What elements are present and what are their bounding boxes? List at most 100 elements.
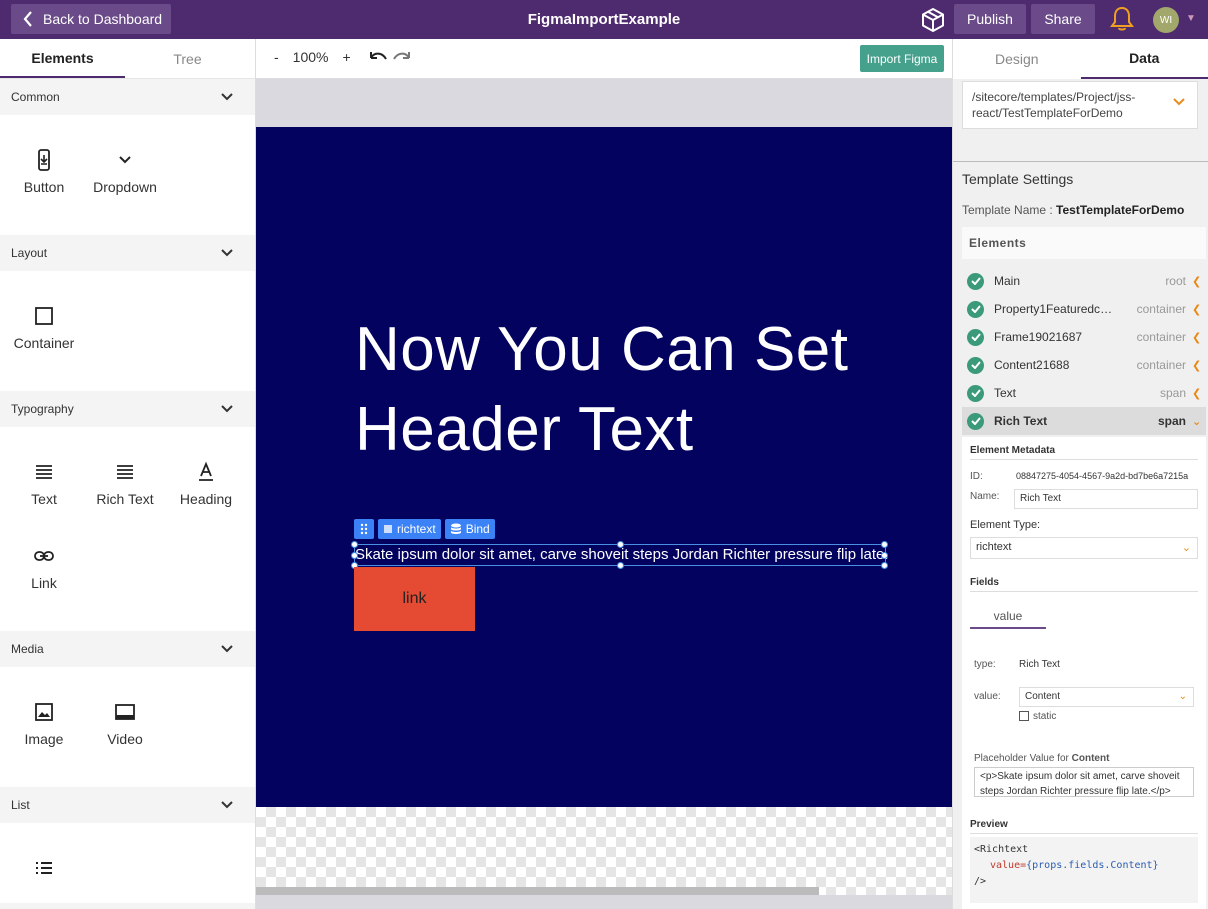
section-layout[interactable]: Layout bbox=[0, 235, 255, 271]
section-common-body: Button Dropdown bbox=[0, 115, 255, 235]
zoom-in-button[interactable]: + bbox=[342, 49, 350, 65]
redo-icon[interactable] bbox=[392, 49, 412, 65]
chevron-left-icon[interactable]: ❮ bbox=[1192, 303, 1206, 316]
resize-handle[interactable] bbox=[881, 541, 888, 548]
element-row-rich-text[interactable]: Rich Text span ⌄ bbox=[962, 407, 1206, 435]
cube-icon[interactable] bbox=[920, 7, 946, 33]
link-element[interactable]: link bbox=[354, 567, 475, 631]
undo-redo bbox=[368, 49, 412, 65]
value-select-value: Content bbox=[1025, 691, 1061, 702]
type-label: type: bbox=[974, 659, 996, 670]
palette-container[interactable]: Container bbox=[4, 305, 84, 351]
name-label: Name: bbox=[970, 491, 1000, 502]
section-title: List bbox=[11, 798, 30, 812]
palette-heading[interactable]: Heading bbox=[166, 461, 246, 507]
value-label: value: bbox=[974, 691, 1001, 702]
placeholder-textarea[interactable]: <p>Skate ipsum dolor sit amet, carve sho… bbox=[974, 767, 1194, 797]
element-name: Property1Featuredco... bbox=[994, 302, 1114, 316]
back-to-dashboard-button[interactable]: Back to Dashboard bbox=[11, 4, 171, 34]
section-typography[interactable]: Typography bbox=[0, 391, 255, 427]
section-title: Common bbox=[11, 90, 60, 104]
placeholder-label-text: Placeholder Value for bbox=[974, 753, 1069, 764]
section-common[interactable]: Common bbox=[0, 79, 255, 115]
element-type: root bbox=[1165, 274, 1186, 288]
zoom-level: 100% bbox=[292, 49, 329, 65]
undo-icon[interactable] bbox=[368, 49, 388, 65]
chevron-left-icon[interactable]: ❮ bbox=[1192, 331, 1206, 344]
resize-handle[interactable] bbox=[617, 562, 624, 569]
import-figma-button[interactable]: Import Figma bbox=[860, 45, 944, 72]
element-row-property1[interactable]: Property1Featuredco... container ❮ bbox=[962, 295, 1206, 323]
value-select[interactable]: Content ⌄ bbox=[1019, 687, 1194, 707]
palette-button[interactable]: Button bbox=[4, 149, 84, 195]
element-type-label: Element Type: bbox=[970, 519, 1041, 531]
resize-handle[interactable] bbox=[881, 562, 888, 569]
resize-handle[interactable] bbox=[881, 552, 888, 559]
element-row-frame[interactable]: Frame19021687 container ❮ bbox=[962, 323, 1206, 351]
check-circle-icon bbox=[967, 356, 984, 374]
palette-dropdown[interactable]: Dropdown bbox=[85, 149, 165, 195]
palette-list[interactable] bbox=[4, 857, 84, 879]
right-tabs: Design Data bbox=[953, 39, 1208, 79]
tab-design[interactable]: Design bbox=[953, 39, 1081, 79]
code-val: {props.fields.Content} bbox=[1026, 860, 1159, 871]
main-frame[interactable]: Now You Can Set Header Text richtext Bin… bbox=[256, 127, 952, 807]
hero-heading[interactable]: Now You Can Set Header Text bbox=[355, 310, 935, 470]
text-lines-icon bbox=[36, 465, 52, 479]
palette-rich-text[interactable]: Rich Text bbox=[85, 461, 165, 507]
resize-handle[interactable] bbox=[351, 552, 358, 559]
field-tab-value[interactable]: value bbox=[970, 605, 1046, 629]
properties-panel: Design Data /sitecore/templates/Project/… bbox=[952, 39, 1208, 909]
avatar-chevron-icon[interactable]: ▼ bbox=[1186, 13, 1196, 24]
section-list[interactable]: List bbox=[0, 787, 255, 823]
section-media[interactable]: Media bbox=[0, 631, 255, 667]
selection-toolbar: richtext Bind bbox=[354, 519, 495, 539]
template-path-select[interactable]: /sitecore/templates/Project/jss-react/Te… bbox=[962, 81, 1198, 129]
element-tag-button[interactable]: richtext bbox=[378, 519, 441, 539]
element-row-main[interactable]: Main root ❮ bbox=[962, 267, 1206, 295]
database-icon bbox=[450, 523, 461, 534]
element-row-text[interactable]: Text span ❮ bbox=[962, 379, 1206, 407]
code-line: /> bbox=[974, 876, 987, 887]
zoom-out-button[interactable]: - bbox=[274, 49, 279, 65]
tab-data[interactable]: Data bbox=[1080, 39, 1208, 79]
resize-handle[interactable] bbox=[351, 541, 358, 548]
chevron-left-icon[interactable]: ❮ bbox=[1192, 387, 1206, 400]
section-layout-body: Container bbox=[0, 271, 255, 391]
avatar[interactable]: WI bbox=[1153, 7, 1179, 33]
check-circle-icon bbox=[967, 300, 984, 318]
preview-title: Preview bbox=[970, 819, 1008, 830]
tab-elements[interactable]: Elements bbox=[0, 39, 125, 78]
palette-label: Image bbox=[24, 731, 64, 747]
list-icon bbox=[36, 862, 52, 874]
share-button[interactable]: Share bbox=[1031, 4, 1095, 34]
palette-link[interactable]: Link bbox=[4, 545, 84, 591]
publish-button[interactable]: Publish bbox=[954, 4, 1026, 34]
chevron-left-icon[interactable]: ❮ bbox=[1192, 275, 1206, 288]
static-checkbox[interactable] bbox=[1019, 711, 1029, 721]
chevron-down-icon[interactable]: ⌄ bbox=[1192, 415, 1206, 428]
section-title: Typography bbox=[11, 402, 74, 416]
bind-button[interactable]: Bind bbox=[444, 519, 495, 539]
palette-text[interactable]: Text bbox=[4, 461, 84, 507]
horizontal-scrollbar[interactable] bbox=[256, 887, 819, 895]
element-name: Frame19021687 bbox=[994, 330, 1083, 344]
name-input[interactable]: Rich Text bbox=[1014, 489, 1198, 509]
element-name: Main bbox=[994, 274, 1021, 288]
chevron-left-icon[interactable]: ❮ bbox=[1192, 359, 1206, 372]
palette-video[interactable]: Video bbox=[85, 701, 165, 747]
element-type-select[interactable]: richtext ⌄ bbox=[970, 537, 1198, 559]
element-row-content[interactable]: Content21688 container ❮ bbox=[962, 351, 1206, 379]
zoom-controls: - 100% + bbox=[274, 49, 351, 65]
design-canvas[interactable]: Now You Can Set Header Text richtext Bin… bbox=[256, 79, 952, 909]
bell-icon[interactable] bbox=[1110, 6, 1134, 32]
metadata-title: Element Metadata bbox=[970, 445, 1056, 456]
tab-tree[interactable]: Tree bbox=[125, 39, 250, 78]
palette-label: Rich Text bbox=[96, 491, 154, 507]
rich-text-content: Skate ipsum dolor sit amet, carve shovei… bbox=[355, 546, 889, 563]
palette-label: Text bbox=[31, 491, 57, 507]
resize-handle[interactable] bbox=[617, 541, 624, 548]
palette-image[interactable]: Image bbox=[4, 701, 84, 747]
drag-handle-button[interactable] bbox=[354, 519, 374, 539]
template-path: /sitecore/templates/Project/jss-react/Te… bbox=[972, 90, 1136, 120]
